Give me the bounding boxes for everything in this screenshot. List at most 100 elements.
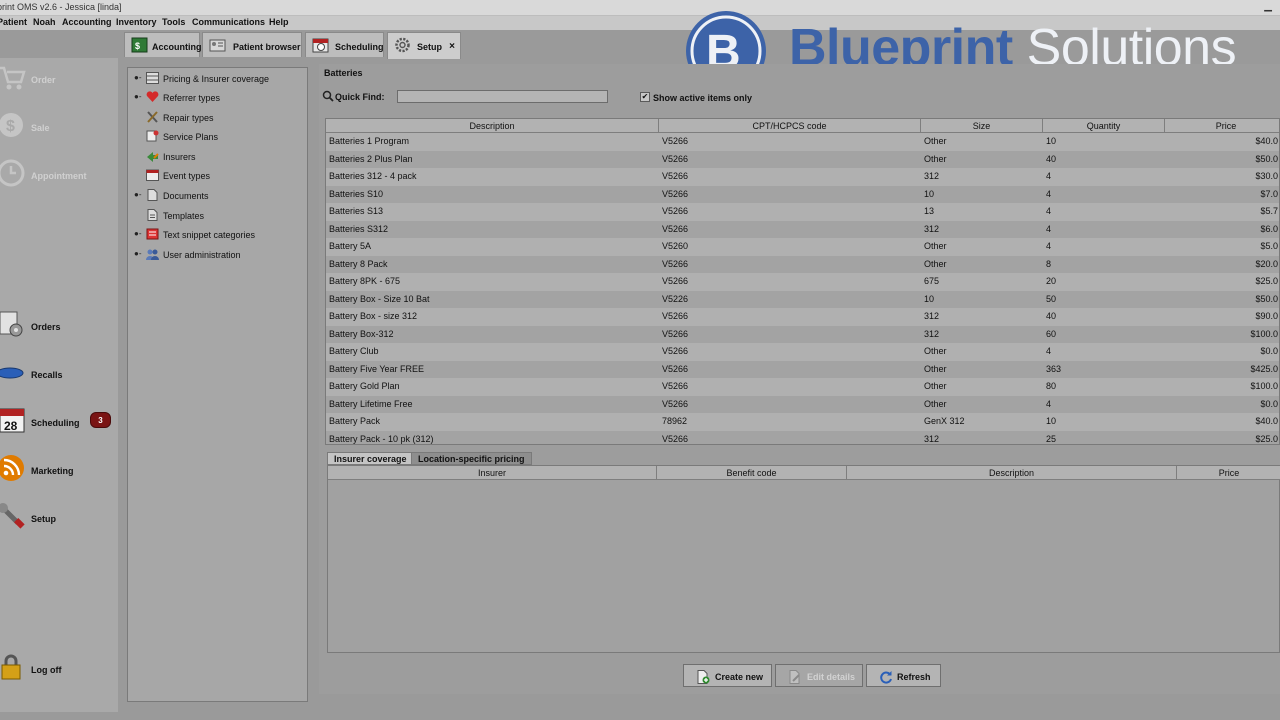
cell-description: Battery Five Year FREE bbox=[329, 363, 425, 374]
cell-price: $6.0 bbox=[1260, 223, 1278, 234]
cell-size: 312 bbox=[924, 171, 940, 181]
cell-size: 13 bbox=[924, 206, 935, 216]
cell-cpt-code: V5266 bbox=[662, 398, 689, 409]
menu-accounting[interactable]: Accounting bbox=[62, 17, 112, 27]
table-row[interactable]: Batteries S312 V5266 312 4 $6.0 bbox=[326, 220, 1279, 238]
show-active-checkbox[interactable]: ✔ bbox=[640, 92, 650, 102]
cell-quantity: 4 bbox=[1046, 398, 1052, 409]
cell-quantity: 25 bbox=[1046, 433, 1057, 444]
nav-appointment[interactable]: Appointment bbox=[0, 158, 118, 198]
table-row[interactable]: Battery Gold Plan V5266 Other 80 $100.0 bbox=[326, 378, 1279, 396]
edit-details-button[interactable]: Edit details bbox=[775, 664, 863, 687]
cell-quantity: 363 bbox=[1046, 363, 1062, 374]
table-row[interactable]: Batteries S10 V5266 10 4 $7.0 bbox=[326, 185, 1279, 203]
tab-scheduling[interactable]: Scheduling bbox=[305, 32, 384, 57]
clock-icon bbox=[0, 159, 25, 187]
cell-size: Other bbox=[924, 136, 947, 146]
nav-orders[interactable]: Orders bbox=[0, 309, 118, 349]
tab-setup[interactable]: Setup × bbox=[387, 32, 461, 59]
expand-icon[interactable]: ●- bbox=[134, 190, 142, 199]
cell-cpt-code: V5260 bbox=[662, 241, 689, 251]
nav-log-off[interactable]: Log off bbox=[0, 652, 118, 692]
close-tab-icon[interactable]: × bbox=[449, 41, 455, 52]
table-row[interactable]: Battery Five Year FREE V5266 Other 363 $425.… bbox=[326, 360, 1279, 378]
patient-card-icon bbox=[209, 39, 226, 52]
cell-price: $20.0 bbox=[1255, 258, 1278, 269]
cell-description: Battery Box-312 bbox=[329, 328, 394, 339]
cell-size: Other bbox=[924, 398, 947, 409]
table-row[interactable]: Battery 8 Pack V5266 Other 8 $20.0 bbox=[326, 255, 1279, 273]
cell-description: Battery Pack - 10 pk (312) bbox=[329, 433, 434, 444]
accounting-icon: $ bbox=[131, 37, 148, 53]
column-header-coverage-price[interactable]: Price bbox=[1177, 466, 1280, 480]
menu-noah[interactable]: Noah bbox=[33, 17, 56, 27]
expand-icon[interactable]: ●- bbox=[134, 73, 142, 82]
cell-cpt-code: V5266 bbox=[662, 171, 689, 181]
cell-description: Batteries 1 Program bbox=[329, 136, 410, 146]
nav-recalls[interactable]: Recalls bbox=[0, 357, 118, 397]
table-row[interactable]: Battery Club V5266 Other 4 $0.0 bbox=[326, 343, 1279, 361]
table-row[interactable]: Battery 8PK - 675 V5266 675 20 $25.0 bbox=[326, 273, 1279, 291]
table-row[interactable]: Battery Pack - 10 pk (312) V5266 312 25 $25.… bbox=[326, 430, 1279, 444]
cell-price: $100.0 bbox=[1250, 328, 1278, 339]
menu-tools[interactable]: Tools bbox=[162, 17, 185, 27]
column-header-insurer[interactable]: Insurer bbox=[328, 466, 657, 480]
quick-find-input[interactable] bbox=[397, 90, 608, 103]
tab-patient-browser[interactable]: Patient browser bbox=[202, 32, 302, 57]
cell-size: 10 bbox=[924, 293, 935, 304]
column-header-size[interactable]: Size bbox=[921, 119, 1043, 133]
expand-icon[interactable]: ●- bbox=[134, 92, 142, 101]
cell-description: Batteries S312 bbox=[329, 223, 389, 234]
cell-description: Battery Box - Size 10 Bat bbox=[329, 293, 430, 304]
nav-order[interactable]: Order bbox=[0, 62, 118, 102]
refresh-button[interactable]: Refresh bbox=[866, 664, 941, 687]
cell-size: 312 bbox=[924, 311, 940, 321]
cell-quantity: 60 bbox=[1046, 328, 1057, 339]
tab-location-pricing[interactable]: Location-specific pricing bbox=[411, 452, 532, 465]
column-header-coverage-description[interactable]: Description bbox=[847, 466, 1177, 480]
cell-description: Batteries 312 - 4 pack bbox=[329, 171, 417, 181]
setup-tree: ●- Pricing & Insurer coverage ●- Referre… bbox=[127, 67, 308, 702]
menu-inventory[interactable]: Inventory bbox=[116, 17, 157, 27]
tab-insurer-coverage[interactable]: Insurer coverage bbox=[327, 452, 414, 465]
create-new-button[interactable]: Create new bbox=[683, 664, 772, 687]
expand-icon[interactable]: ●- bbox=[134, 229, 142, 238]
nav-marketing[interactable]: Marketing bbox=[0, 453, 118, 493]
column-header-description[interactable]: Description bbox=[326, 119, 659, 133]
cell-description: Battery Pack bbox=[329, 416, 381, 426]
cell-description: Batteries S10 bbox=[329, 188, 384, 199]
cell-price: $30.0 bbox=[1255, 171, 1278, 181]
table-row[interactable]: Battery Box-312 V5266 312 60 $100.0 bbox=[326, 325, 1279, 343]
expand-icon[interactable]: ●- bbox=[134, 249, 142, 258]
table-row[interactable]: Battery Box - size 312 V5266 312 40 $90.0 bbox=[326, 308, 1279, 326]
column-header-cpt-code[interactable]: CPT/HCPCS code bbox=[659, 119, 921, 133]
tab-accounting[interactable]: $ Accounting bbox=[124, 32, 202, 57]
table-row[interactable]: Batteries 312 - 4 pack V5266 312 4 $30.0 bbox=[326, 168, 1279, 186]
nav-scheduling[interactable]: 28 Scheduling 3 bbox=[0, 405, 118, 445]
dollar-coin-icon: $ bbox=[0, 113, 23, 137]
table-row[interactable]: Battery Box - Size 10 Bat V5226 10 50 $50.0 bbox=[326, 290, 1279, 308]
table-row[interactable]: Batteries S13 V5266 13 4 $5.7 bbox=[326, 203, 1279, 221]
column-header-price[interactable]: Price bbox=[1165, 119, 1279, 133]
table-row[interactable]: Batteries 2 Plus Plan V5266 Other 40 $50.0 bbox=[326, 150, 1279, 168]
edit-document-icon bbox=[789, 670, 800, 684]
cart-icon bbox=[0, 66, 26, 90]
menu-patient[interactable]: Patient bbox=[0, 17, 27, 27]
cell-price: $25.0 bbox=[1255, 276, 1278, 286]
column-header-quantity[interactable]: Quantity bbox=[1043, 119, 1165, 133]
menu-help[interactable]: Help bbox=[269, 17, 289, 27]
batteries-panel: Batteries Quick Find: ✔ Show active item… bbox=[319, 64, 1280, 694]
template-icon bbox=[147, 209, 158, 221]
table-row[interactable]: Battery 5A V5260 Other 4 $5.0 bbox=[326, 238, 1279, 256]
cell-price: $5.0 bbox=[1260, 241, 1278, 251]
cell-cpt-code: V5266 bbox=[662, 276, 689, 286]
table-row[interactable]: Batteries 1 Program V5266 Other 10 $40.0 bbox=[326, 133, 1279, 151]
nav-sale[interactable]: $ Sale bbox=[0, 110, 118, 150]
nav-setup[interactable]: Setup bbox=[0, 501, 118, 541]
cell-quantity: 8 bbox=[1046, 258, 1052, 269]
cell-cpt-code: V5226 bbox=[662, 293, 689, 304]
table-row[interactable]: Battery Pack 78962 GenX 312 10 $40.0 bbox=[326, 413, 1279, 431]
menu-communications[interactable]: Communications bbox=[192, 17, 265, 27]
table-row[interactable]: Battery Lifetime Free V5266 Other 4 $0.0 bbox=[326, 395, 1279, 413]
column-header-benefit-code[interactable]: Benefit code bbox=[657, 466, 847, 480]
